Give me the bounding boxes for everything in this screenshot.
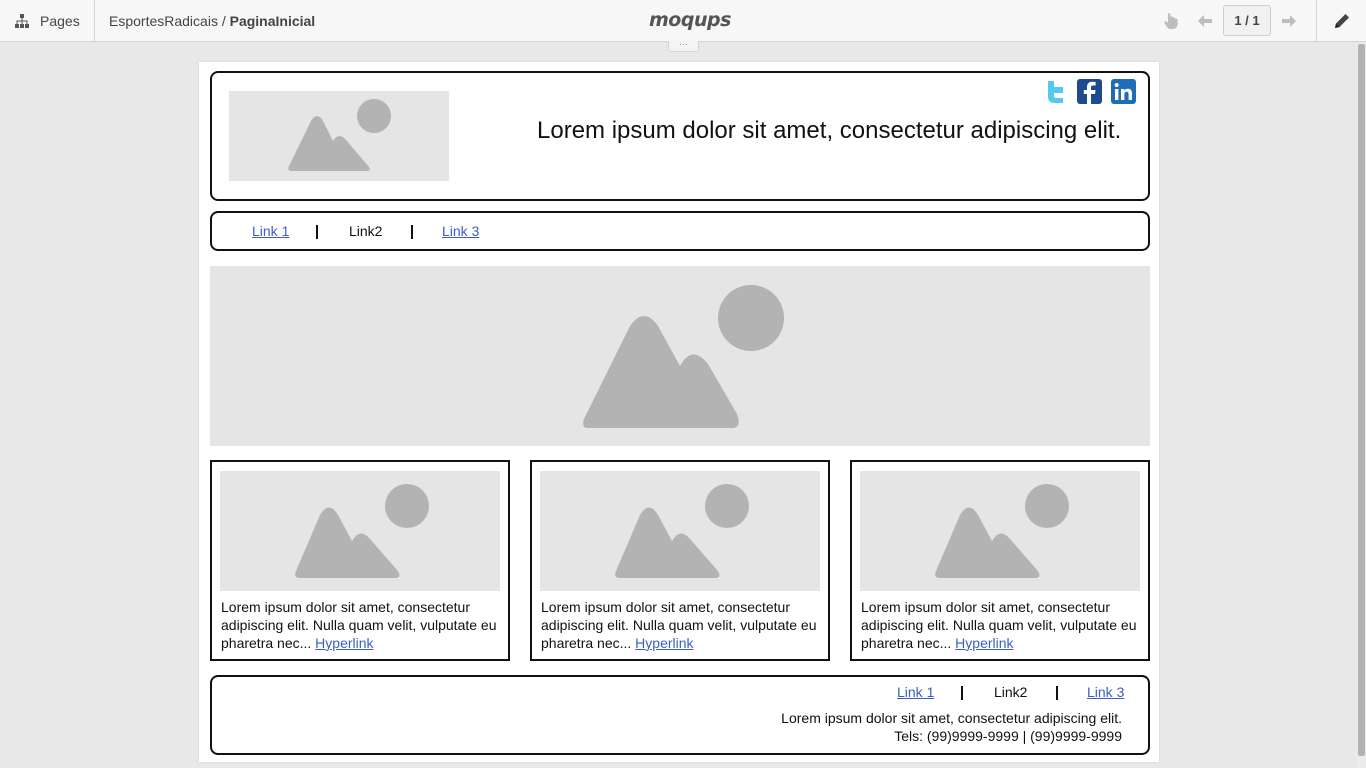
breadcrumb-separator: / (217, 13, 230, 29)
image-placeholder-icon (295, 484, 429, 578)
footer-link-1[interactable]: Link 1 (897, 684, 934, 700)
footer-separator (961, 686, 963, 700)
card-1-text: Lorem ipsum dolor sit amet, consectetur … (221, 598, 501, 652)
card-1-hyperlink[interactable]: Hyperlink (315, 635, 373, 651)
card-3-hyperlink[interactable]: Hyperlink (955, 635, 1013, 651)
nav-link-2: Link2 (349, 223, 383, 239)
breadcrumb-project[interactable]: EsportesRadicais (109, 13, 218, 29)
image-placeholder-icon (288, 99, 391, 171)
image-placeholder-icon (615, 484, 749, 578)
linkedin-icon[interactable] (1111, 79, 1136, 104)
image-placeholder-icon (935, 484, 1069, 578)
moqups-logo: moqups (649, 9, 731, 31)
page-counter: 1 / 1 (1223, 5, 1271, 36)
footer-separator (1056, 686, 1058, 700)
header-tagline: Lorem ipsum dolor sit amet, consectetur … (537, 117, 1122, 144)
scrollbar-thumb[interactable] (1358, 44, 1365, 756)
pencil-icon (1334, 14, 1349, 28)
header-logo-image-placeholder[interactable] (229, 91, 449, 181)
card-2-image-placeholder[interactable] (540, 471, 820, 591)
breadcrumb-current-page: PaginaInicial (229, 13, 316, 29)
nav-separator (316, 225, 318, 239)
image-placeholder-icon (583, 285, 784, 428)
footer-link-3[interactable]: Link 3 (1087, 684, 1124, 700)
next-page-arrow-icon[interactable] (1278, 10, 1300, 32)
vertical-scrollbar[interactable] (1357, 42, 1366, 768)
edit-button[interactable] (1316, 0, 1366, 42)
nav-link-1[interactable]: Link 1 (252, 223, 289, 239)
nav-link-3[interactable]: Link 3 (442, 223, 479, 239)
breadcrumb: EsportesRadicais / PaginaInicial (109, 13, 315, 29)
card-3-image-placeholder[interactable] (860, 471, 1140, 591)
card-1-image-placeholder[interactable] (220, 471, 500, 591)
card-2-text: Lorem ipsum dolor sit amet, consectetur … (541, 598, 821, 652)
footer-link-2: Link2 (994, 684, 1028, 700)
twitter-icon[interactable] (1044, 79, 1069, 104)
footer-text-line: Lorem ipsum dolor sit amet, consectetur … (781, 710, 1122, 726)
top-toolbar: Pages EsportesRadicais / PaginaInicial m… (0, 0, 1366, 42)
sitemap-icon (15, 14, 29, 28)
toolbar-collapse-handle[interactable]: ··· (668, 40, 699, 52)
card-2-hyperlink[interactable]: Hyperlink (635, 635, 693, 651)
pages-button[interactable]: Pages (0, 0, 95, 42)
facebook-icon[interactable] (1077, 79, 1102, 104)
interaction-hand-icon[interactable] (1160, 10, 1182, 32)
pages-label: Pages (40, 13, 80, 29)
footer-phones: Tels: (99)9999-9999 | (99)9999-9999 (894, 728, 1122, 744)
previous-page-arrow-icon[interactable] (1194, 10, 1216, 32)
hero-image-placeholder[interactable] (210, 266, 1150, 446)
card-3-text: Lorem ipsum dolor sit amet, consectetur … (861, 598, 1141, 652)
nav-separator (411, 225, 413, 239)
